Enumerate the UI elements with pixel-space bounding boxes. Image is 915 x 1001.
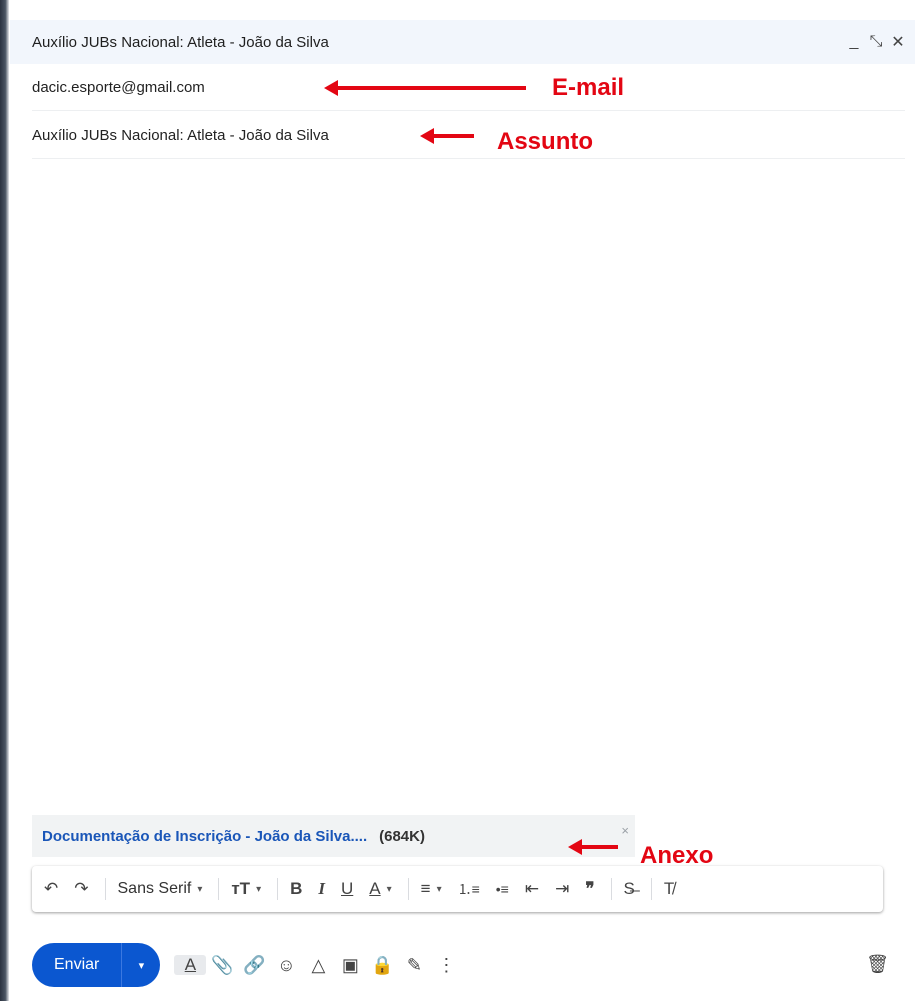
chevron-down-icon: ▾: [256, 883, 262, 895]
screenshot-frame: Auxílio JUBs Nacional: Atleta - João da …: [0, 0, 915, 1001]
send-button-group: Enviar ▾: [32, 943, 161, 987]
insert-emoji-icon[interactable]: ☺: [270, 955, 302, 976]
toolbar-divider: [277, 878, 279, 900]
subject-annotation-arrow: [420, 128, 474, 144]
toolbar-divider: [104, 878, 106, 900]
align-button[interactable]: ≡ ▾: [421, 879, 442, 899]
attachment-annotation: Anexo: [640, 842, 714, 869]
close-icon[interactable]: ✕: [891, 32, 905, 52]
subject-value: Auxílio JUBs Nacional: Atleta - João da …: [32, 127, 329, 144]
email-annotation-arrow: [324, 80, 526, 96]
attachment-size: (684K): [379, 827, 425, 845]
window-controls: _ ⤡ ✕: [847, 32, 905, 52]
quote-icon[interactable]: ❞: [585, 879, 594, 899]
google-drive-icon[interactable]: △: [302, 955, 334, 976]
underline-icon[interactable]: U: [341, 879, 353, 899]
attachment-remove-icon[interactable]: ×: [621, 823, 629, 838]
compose-titlebar[interactable]: Auxílio JUBs Nacional: Atleta - João da …: [10, 20, 915, 64]
text-color-icon: A: [369, 879, 381, 898]
send-button[interactable]: Enviar: [32, 943, 123, 987]
redo-icon[interactable]: ↷: [74, 879, 88, 899]
bulleted-list-icon[interactable]: •≡: [496, 881, 509, 897]
formatting-options-icon[interactable]: A: [174, 955, 207, 975]
compose-title: Auxílio JUBs Nacional: Atleta - João da …: [32, 33, 329, 51]
message-body[interactable]: [32, 160, 905, 810]
text-color-button[interactable]: A ▾: [369, 879, 391, 899]
indent-more-icon[interactable]: ⇥: [555, 879, 569, 899]
insert-link-icon[interactable]: 🔗: [238, 955, 270, 976]
chevron-down-icon: ▾: [436, 883, 442, 895]
formatting-toolbar: ↶ ↷ Sans Serif ▾ тT ▾ B I U A ▾ ≡ ▾ ⒈≡ •…: [32, 866, 883, 912]
compose-bottom-bar: Enviar ▾ A 📎 🔗 ☺ △ ▣ 🔒 ✎ ⋮ 🗑: [32, 940, 905, 990]
indent-less-icon[interactable]: ⇤: [525, 879, 539, 899]
insert-photo-icon[interactable]: ▣: [334, 955, 366, 976]
clear-formatting-icon[interactable]: T̸: [664, 879, 674, 899]
send-options-icon[interactable]: ▾: [122, 943, 160, 987]
minimize-icon[interactable]: _: [847, 33, 861, 51]
chevron-down-icon: ▾: [386, 883, 392, 895]
confidential-mode-icon[interactable]: 🔒: [366, 955, 398, 976]
italic-icon[interactable]: I: [318, 879, 325, 899]
numbered-list-icon[interactable]: ⒈≡: [458, 879, 480, 899]
font-select[interactable]: Sans Serif ▾: [118, 880, 203, 898]
toolbar-divider: [650, 878, 652, 900]
discard-draft-icon[interactable]: 🗑: [866, 954, 889, 975]
font-size-button[interactable]: тT ▾: [231, 879, 261, 899]
attach-file-icon[interactable]: 📎: [206, 955, 238, 976]
email-annotation: E-mail: [552, 74, 625, 101]
undo-icon[interactable]: ↶: [44, 879, 58, 899]
subject-annotation: Assunto: [497, 128, 593, 155]
chevron-down-icon: ▾: [197, 883, 203, 895]
compose-dialog: Auxílio JUBs Nacional: Atleta - João da …: [10, 8, 915, 1001]
align-icon: ≡: [420, 879, 431, 898]
font-name: Sans Serif: [117, 880, 192, 897]
background-edge: [0, 0, 9, 1001]
attachment-name[interactable]: Documentação de Inscrição - João da Silv…: [42, 828, 367, 845]
compose-actions: A 📎 🔗 ☺ △ ▣ 🔒 ✎ ⋮: [174, 955, 462, 976]
signature-icon[interactable]: ✎: [398, 955, 430, 976]
attachment-annotation-arrow: [568, 839, 618, 855]
toolbar-divider: [407, 878, 409, 900]
toolbar-divider: [610, 878, 612, 900]
strikethrough-icon[interactable]: S̶: [624, 879, 635, 899]
font-size-icon: тT: [231, 879, 251, 898]
exit-fullscreen-icon[interactable]: ⤡: [869, 33, 883, 51]
toolbar-divider: [218, 878, 220, 900]
attachment-chip[interactable]: Documentação de Inscrição - João da Silv…: [32, 815, 635, 857]
to-value: dacic.esporte@gmail.com: [32, 79, 205, 96]
bold-icon[interactable]: B: [290, 879, 302, 899]
more-options-icon[interactable]: ⋮: [430, 955, 462, 976]
